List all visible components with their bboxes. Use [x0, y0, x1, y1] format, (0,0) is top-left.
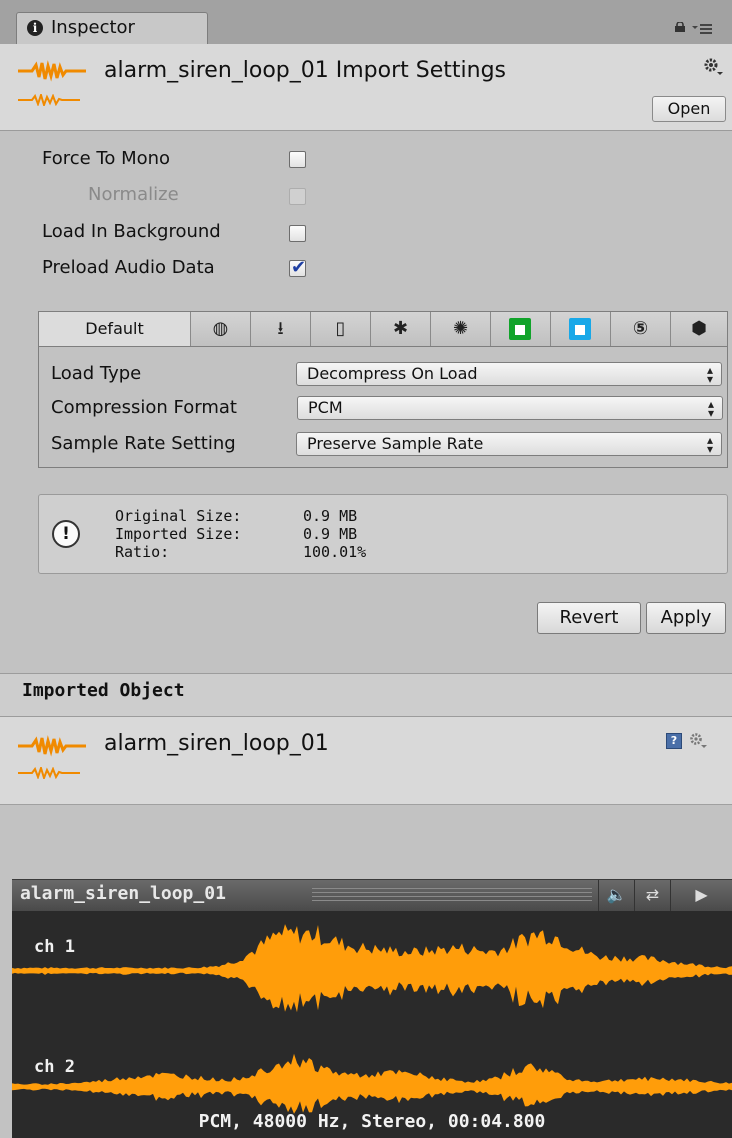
- sample-rate-setting-label: Sample Rate Setting: [51, 433, 236, 454]
- tab-windows-store[interactable]: [491, 312, 551, 346]
- help-icon[interactable]: ?: [666, 733, 682, 749]
- dropdown-arrows-icon: ▴ ▾: [706, 363, 713, 386]
- windows-store-green-icon: [509, 318, 531, 340]
- tab-windows-store-alt[interactable]: [551, 312, 611, 346]
- phone-icon: ▯: [335, 318, 346, 339]
- imported-size-label: Imported Size:: [115, 525, 242, 543]
- waveform-shape: [12, 924, 732, 1013]
- waveform-preview: ch 1 ch 2 PCM, 48000 Hz, Stereo, 00:04.8…: [12, 911, 732, 1138]
- tab-ios[interactable]: ▯: [311, 312, 371, 346]
- tab-default[interactable]: Default: [39, 312, 191, 346]
- ratio-label: Ratio:: [115, 543, 170, 561]
- info-icon: i: [27, 20, 43, 36]
- tab-webgl[interactable]: ◍: [191, 312, 251, 346]
- import-settings-header: alarm_siren_loop_01 Import Settings Open: [0, 44, 732, 131]
- audio-format-info: PCM, 48000 Hz, Stereo, 00:04.800: [198, 1111, 546, 1132]
- imported-object-row[interactable]: alarm_siren_loop_01 ?: [0, 717, 732, 805]
- download-icon: ⭳: [277, 318, 284, 339]
- audio-clip-icon-small: [18, 767, 80, 779]
- lock-icon[interactable]: [674, 22, 686, 32]
- imported-object-name: alarm_siren_loop_01: [104, 731, 329, 756]
- load-type-dropdown[interactable]: Decompress On Load ▴ ▾: [296, 362, 722, 386]
- play-icon[interactable]: ▶: [670, 880, 732, 911]
- compression-format-dropdown[interactable]: PCM ▴ ▾: [297, 396, 723, 420]
- force-to-mono-checkbox[interactable]: [289, 151, 306, 168]
- sample-rate-dropdown[interactable]: Preserve Sample Rate ▴ ▾: [296, 432, 722, 456]
- speaker-icon[interactable]: 🔈: [598, 880, 634, 911]
- tizen-icon: ✺: [452, 318, 469, 339]
- resize-grip[interactable]: [312, 888, 592, 902]
- compression-format-label: Compression Format: [51, 397, 237, 418]
- android-icon: ✱: [392, 318, 409, 339]
- preview-title: alarm_siren_loop_01: [20, 883, 226, 904]
- original-size-value: 0.9 MB: [303, 507, 358, 525]
- apply-button[interactable]: Apply: [646, 602, 726, 634]
- audio-clip-icon: [18, 60, 86, 82]
- waveform-shape: [12, 1053, 732, 1114]
- platform-tabs: Default ◍ ⭳ ▯ ✱ ✺ ⑤ ⬢: [38, 311, 728, 347]
- dropdown-arrows-icon: ▴ ▾: [706, 433, 713, 456]
- dropdown-arrows-icon: ▴ ▾: [707, 397, 714, 420]
- original-size-label: Original Size:: [115, 507, 242, 525]
- audio-clip-icon: [18, 735, 86, 757]
- sample-rate-value: Preserve Sample Rate: [307, 434, 484, 453]
- tab-package[interactable]: ⬢: [671, 312, 727, 346]
- globe-icon: ◍: [212, 318, 229, 339]
- tab-standalone[interactable]: ⭳: [251, 312, 311, 346]
- imported-size-value: 0.9 MB: [303, 525, 358, 543]
- checkmark-icon: ✔: [291, 257, 307, 278]
- imported-object-header: Imported Object: [0, 673, 732, 717]
- package-icon: ⬢: [691, 318, 707, 339]
- force-to-mono-label: Force To Mono: [42, 148, 171, 169]
- tab-tizen[interactable]: ✺: [431, 312, 491, 346]
- gear-icon[interactable]: [702, 56, 724, 78]
- open-button[interactable]: Open: [652, 96, 726, 122]
- normalize-checkbox: [289, 188, 306, 205]
- normalize-label: Normalize: [88, 184, 179, 205]
- load-in-background-label: Load In Background: [42, 221, 221, 242]
- tab-bar: i Inspector: [0, 0, 732, 45]
- tab-label: Inspector: [51, 17, 135, 38]
- html5-icon: ⑤: [632, 318, 649, 339]
- audio-clip-icon-small: [18, 94, 80, 106]
- load-in-background-checkbox[interactable]: [289, 225, 306, 242]
- settings-box: Load Type Decompress On Load ▴ ▾ Compress…: [38, 347, 728, 468]
- size-info-box: ! Original Size: 0.9 MB Imported Size: 0…: [38, 494, 728, 574]
- preload-audio-data-checkbox[interactable]: ✔: [289, 257, 307, 278]
- page-title: alarm_siren_loop_01 Import Settings: [104, 58, 507, 83]
- tab-inspector[interactable]: i Inspector: [16, 12, 208, 44]
- load-type-value: Decompress On Load: [307, 364, 478, 383]
- compression-format-value: PCM: [308, 398, 343, 417]
- tab-android[interactable]: ✱: [371, 312, 431, 346]
- revert-button[interactable]: Revert: [537, 602, 641, 634]
- gear-icon[interactable]: [688, 731, 708, 751]
- loop-icon[interactable]: ⇄: [634, 880, 670, 911]
- channel-1-waveform: [12, 924, 732, 1013]
- preload-audio-data-label: Preload Audio Data: [42, 257, 215, 278]
- preview-toolbar: alarm_siren_loop_01 🔈 ⇄ ▶: [12, 879, 732, 911]
- tab-default-label: Default: [85, 319, 144, 338]
- tab-html5[interactable]: ⑤: [611, 312, 671, 346]
- ratio-value: 100.01%: [303, 543, 367, 561]
- menu-icon[interactable]: [692, 22, 712, 36]
- load-type-label: Load Type: [51, 363, 142, 384]
- warning-icon: !: [52, 520, 80, 548]
- windows-store-blue-icon: [569, 318, 591, 340]
- imported-object-title: Imported Object: [22, 680, 185, 701]
